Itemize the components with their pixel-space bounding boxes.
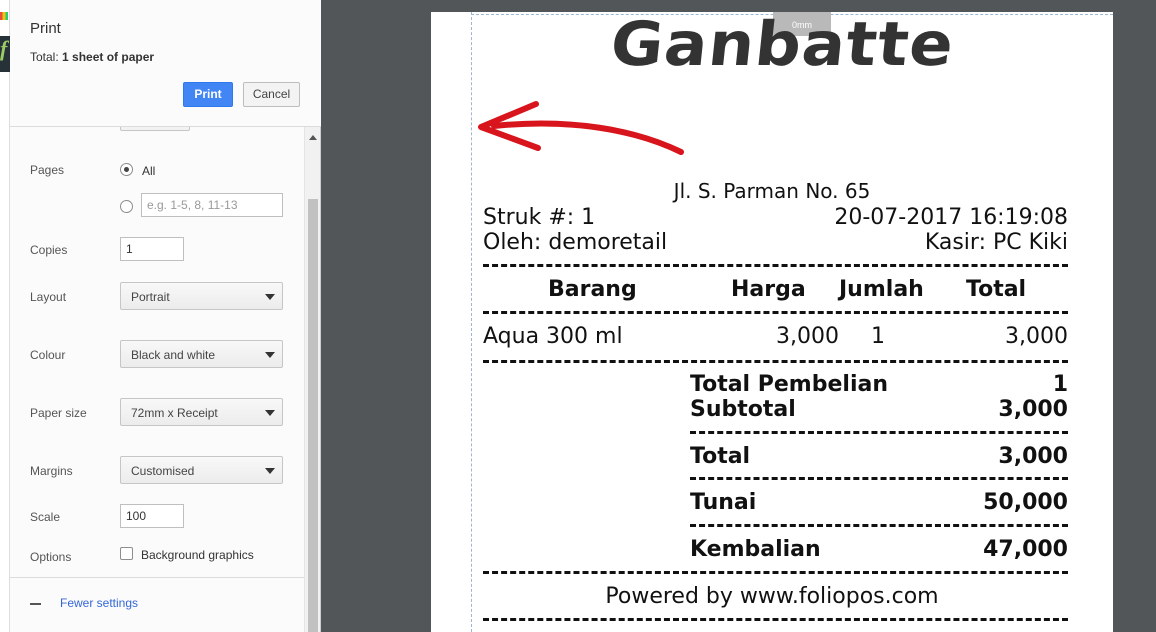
chevron-down-icon [265,294,275,300]
preview-page: 0mm Ganbatte Jl. S. Parman No. 65 Struk … [431,12,1113,632]
scale-input[interactable] [120,504,184,528]
header-total: Total [966,277,1027,302]
divider-line [483,618,1068,621]
chevron-down-icon [265,468,275,474]
total-label: Total: [30,50,59,64]
oleh-user: Oleh: demoretail [483,230,668,255]
pages-label: Pages [30,163,65,177]
scale-label: Scale [30,510,61,524]
store-logo: Ganbatte [607,12,958,81]
colour-select[interactable]: Black and white [120,340,283,368]
print-preview-area: 0mm Ganbatte Jl. S. Parman No. 65 Struk … [321,0,1156,632]
tunai-label: Tunai [690,490,757,515]
paper-size-select[interactable]: 72mm x Receipt [120,398,283,426]
layout-label: Layout [30,290,67,304]
print-button[interactable]: Print [183,82,233,107]
divider-line [483,571,1068,574]
scroll-up-arrow-icon[interactable] [309,135,317,140]
item-jumlah: 1 [871,324,885,349]
divider-line [690,524,1068,527]
chevron-down-icon [265,410,275,416]
scrollbar-thumb[interactable] [308,199,318,632]
divider-line [483,264,1068,267]
divider-line [483,360,1068,363]
total-pembelian-label: Total Pembelian [690,372,888,397]
pages-range-radio[interactable] [120,200,133,213]
subtotal-label: Subtotal [690,397,796,422]
subtotal-value: 3,000 [998,397,1068,422]
struk-number: Struk #: 1 [483,205,596,230]
background-page-strip: f [0,0,10,632]
margins-label: Margins [30,464,73,478]
kembalian-label: Kembalian [690,537,821,562]
background-graphics-label: Background graphics [141,548,254,562]
print-settings-panel: Print Total: 1 sheet of paper Print Canc… [10,0,321,632]
item-total: 3,000 [1005,324,1068,349]
sheet-count: Total: 1 sheet of paper [30,50,154,64]
collapse-icon [30,603,41,605]
options-label: Options [30,550,72,564]
pages-range-input[interactable] [141,193,283,217]
margin-guide-left[interactable] [471,12,472,632]
colour-value: Black and white [131,348,216,362]
margins-select[interactable]: Customised [120,456,283,484]
copies-label: Copies [30,243,68,257]
store-address: Jl. S. Parman No. 65 [673,179,871,203]
header-barang: Barang [548,277,637,302]
tunai-value: 50,000 [983,490,1068,515]
kasir: Kasir: PC Kiki [924,230,1068,255]
item-barang: Aqua 300 ml [483,324,623,349]
settings-scrollbar[interactable] [304,127,320,632]
settings-scroll-area[interactable]: Pages All Copies Layout Portrait Colour … [10,127,304,632]
divider-line [483,311,1068,314]
layout-select[interactable]: Portrait [120,282,283,310]
divider-line [690,431,1068,434]
paper-size-value: 72mm x Receipt [131,406,218,420]
app-grid-icon [0,12,8,20]
header-harga: Harga [731,277,806,302]
margins-value: Customised [131,464,195,478]
fewer-settings-link[interactable]: Fewer settings [60,596,138,610]
chevron-down-icon [265,352,275,358]
divider-line [690,477,1068,480]
red-arrow-annotation [478,101,684,155]
total-value: 3,000 [998,444,1068,469]
colour-label: Colour [30,348,66,362]
header-jumlah: Jumlah [839,277,924,302]
paper-size-label: Paper size [30,406,87,420]
kembalian-value: 47,000 [983,537,1068,562]
cancel-button[interactable]: Cancel [243,82,300,107]
print-header: Print Total: 1 sheet of paper Print Canc… [10,0,321,127]
layout-value: Portrait [131,290,170,304]
total-label: Total [690,444,751,469]
pages-all-radio[interactable] [120,163,133,176]
background-graphics-checkbox[interactable] [120,547,133,560]
receipt-footer: Powered by www.foliopos.com [605,584,939,609]
item-harga: 3,000 [776,324,839,349]
total-value: 1 sheet of paper [62,50,155,64]
destination-select-partial[interactable] [120,127,190,131]
pages-all-label: All [142,164,156,178]
total-pembelian-value: 1 [1052,372,1068,397]
background-logo: f [0,36,10,72]
copies-input[interactable] [120,237,184,261]
receipt-datetime: 20-07-2017 16:19:08 [834,205,1068,230]
dialog-title: Print [30,20,61,37]
settings-divider [10,577,304,578]
